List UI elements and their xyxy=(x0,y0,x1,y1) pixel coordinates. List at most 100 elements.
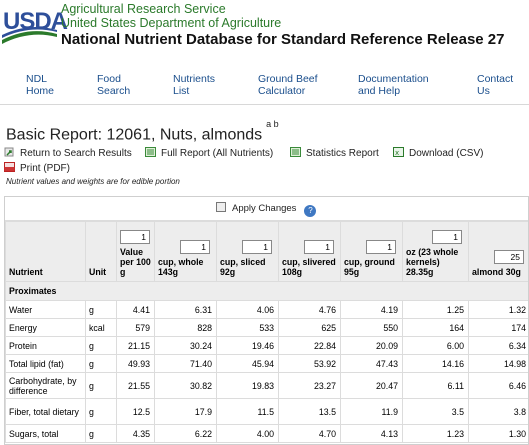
table-cell: 20.09 xyxy=(340,336,403,355)
table-cell: 4.70 xyxy=(278,424,341,443)
qty-input-cup-slivered[interactable] xyxy=(304,240,334,254)
table-row: Total lipid (fat) g 49.93 71.40 45.94 53… xyxy=(5,354,528,373)
main-nav: NDL Home Food Search Nutrients List Ground … xyxy=(0,65,529,105)
site-header: USDA Agricultural Research Service Unite… xyxy=(0,0,529,62)
qty-input-cup-whole[interactable] xyxy=(180,240,210,254)
table-row: Protein g 21.15 30.24 19.46 22.84 20.09 … xyxy=(5,336,528,355)
department-name[interactable]: United States Department of Agriculture xyxy=(61,16,281,30)
group-row: Proximates xyxy=(5,281,528,301)
agency-name[interactable]: Agricultural Research Service xyxy=(61,2,226,16)
statistics-report-icon xyxy=(290,147,301,157)
nutrient-unit: g xyxy=(85,372,117,399)
table-cell: 53.92 xyxy=(278,354,341,373)
table-cell: 19.46 xyxy=(216,336,279,355)
col-header-per-100g: Value per 100 g xyxy=(116,221,155,282)
table-cell: 4.19 xyxy=(340,300,403,319)
table-row: Carbohydrate, by difference g 21.55 30.8… xyxy=(5,372,528,399)
qty-input-cup-sliced[interactable] xyxy=(242,240,272,254)
table-cell: 550 xyxy=(340,318,403,337)
svg-text:x: x xyxy=(395,149,399,157)
table-cell: 14.98 xyxy=(468,354,528,373)
table-cell: 6.22 xyxy=(154,424,217,443)
table-cell: 4.41 xyxy=(116,300,155,319)
table-cell: 6.11 xyxy=(402,372,469,399)
table-cell: 30.24 xyxy=(154,336,217,355)
nutrient-name: Fiber, total dietary xyxy=(5,398,86,425)
nav-ground-beef-calculator[interactable]: Ground Beef Calculator xyxy=(258,73,318,97)
table-cell: 533 xyxy=(216,318,279,337)
table-cell: 11.9 xyxy=(340,398,403,425)
edible-portion-note: Nutrient values and weights are for edib… xyxy=(6,177,180,186)
table-cell: 4.00 xyxy=(216,424,279,443)
col-header-cup-sliced: cup, sliced 92g xyxy=(216,221,279,282)
table-cell: 12.5 xyxy=(116,398,155,425)
table-cell: 3.8 xyxy=(468,398,528,425)
group-label: Proximates xyxy=(5,281,528,301)
nav-food-search[interactable]: Food Search xyxy=(97,73,130,97)
table-cell: 14.16 xyxy=(402,354,469,373)
usda-logo[interactable]: USDA xyxy=(1,4,68,46)
nutrient-name: Water xyxy=(5,300,86,319)
table-cell: 11.5 xyxy=(216,398,279,425)
table-cell: 22.84 xyxy=(278,336,341,355)
table-cell: 21.55 xyxy=(116,372,155,399)
nutrient-unit: g xyxy=(85,424,117,443)
table-row: Fiber, total dietary g 12.5 17.9 11.5 13… xyxy=(5,398,528,425)
qty-input-oz[interactable] xyxy=(432,230,462,244)
footnote-marks[interactable]: a b xyxy=(266,119,279,129)
table-row: Water g 4.41 6.31 4.06 4.76 4.19 1.25 1.… xyxy=(5,300,528,319)
table-cell: 17.9 xyxy=(154,398,217,425)
nutrient-name: Sugars, total xyxy=(5,424,86,443)
qty-input-cup-ground[interactable] xyxy=(366,240,396,254)
table-cell: 30.82 xyxy=(154,372,217,399)
col-header-cup-slivered: cup, slivered 108g xyxy=(278,221,341,282)
nutrient-unit: g xyxy=(85,300,117,319)
nav-nutrients-list[interactable]: Nutrients List xyxy=(173,73,215,97)
qty-input-per-100g[interactable] xyxy=(120,230,150,244)
table-cell: 6.46 xyxy=(468,372,528,399)
table-cell: 23.27 xyxy=(278,372,341,399)
nutrient-unit: kcal xyxy=(85,318,117,337)
table-cell: 164 xyxy=(402,318,469,337)
table-cell: 4.76 xyxy=(278,300,341,319)
help-icon[interactable]: ? xyxy=(304,205,317,217)
col-header-nutrient: Nutrient xyxy=(5,221,86,282)
table-cell: 6.34 xyxy=(468,336,528,355)
nav-contact-us[interactable]: Contact Us xyxy=(477,73,513,97)
qty-input-almond[interactable] xyxy=(494,250,524,264)
col-header-cup-whole: cup, whole 143g xyxy=(154,221,217,282)
apply-changes-bar: Apply Changes? xyxy=(5,197,528,221)
apply-changes-button[interactable]: Apply Changes? xyxy=(216,202,317,217)
table-cell: 71.40 xyxy=(154,354,217,373)
return-to-search-link[interactable]: Return to Search Results xyxy=(4,147,132,160)
database-title: National Nutrient Database for Standard … xyxy=(61,31,505,48)
table-cell: 4.35 xyxy=(116,424,155,443)
table-cell: 20.47 xyxy=(340,372,403,399)
print-pdf-link[interactable]: Print (PDF) xyxy=(4,162,70,175)
full-report-link[interactable]: Full Report (All Nutrients) xyxy=(145,147,273,160)
col-header-almond: almond 30g xyxy=(468,221,528,282)
nav-ndl-home[interactable]: NDL Home xyxy=(26,73,54,97)
table-cell: 174 xyxy=(468,318,528,337)
table-cell: 4.13 xyxy=(340,424,403,443)
table-cell: 13.5 xyxy=(278,398,341,425)
col-header-unit: Unit xyxy=(85,221,117,282)
nutrient-table-panel: Apply Changes? Nutrient Unit Value per 1… xyxy=(4,196,529,445)
statistics-report-link[interactable]: Statistics Report xyxy=(290,147,379,160)
table-cell: 1.32 xyxy=(468,300,528,319)
table-cell: 49.93 xyxy=(116,354,155,373)
table-cell: 3.5 xyxy=(402,398,469,425)
table-header-row: Nutrient Unit Value per 100 g cup, whole… xyxy=(5,221,528,282)
csv-icon: x xyxy=(393,147,404,157)
table-cell: 579 xyxy=(116,318,155,337)
download-csv-link[interactable]: x Download (CSV) xyxy=(393,147,483,160)
table-cell: 21.15 xyxy=(116,336,155,355)
nutrient-unit: g xyxy=(85,354,117,373)
col-header-cup-ground: cup, ground 95g xyxy=(340,221,403,282)
return-arrow-icon xyxy=(4,147,14,157)
nav-documentation-help[interactable]: Documentation and Help xyxy=(358,73,429,97)
table-cell: 19.83 xyxy=(216,372,279,399)
nutrient-table: Nutrient Unit Value per 100 g cup, whole… xyxy=(5,221,528,443)
nutrient-name: Energy xyxy=(5,318,86,337)
table-row: Energy kcal 579 828 533 625 550 164 174 xyxy=(5,318,528,337)
